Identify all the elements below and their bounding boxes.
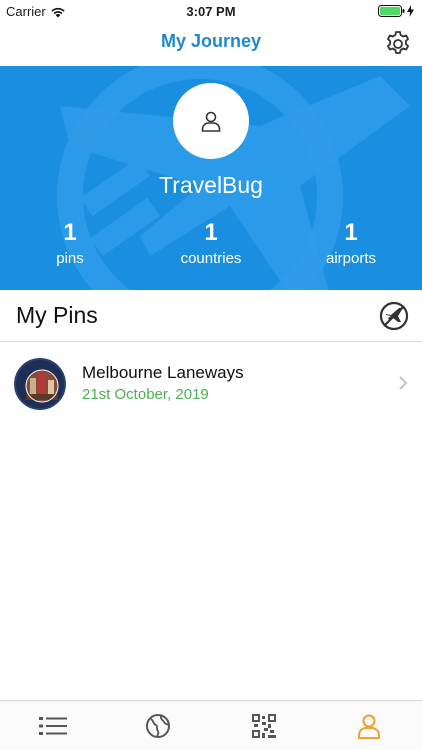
melbourne-badge-icon [18,362,64,408]
charging-bolt-icon [407,5,414,17]
profile-icon [358,714,381,739]
stat-countries: 1 countries [141,218,281,267]
battery-icon [378,5,414,17]
globe-icon [146,713,171,738]
gear-icon[interactable] [384,30,412,58]
qr-code-icon [251,713,276,738]
page-title: My Journey [160,31,262,51]
stat-label: airports [325,250,377,267]
stat-value: 1 [344,219,358,246]
no-flight-icon[interactable] [378,300,410,332]
stat-value: 1 [63,219,77,246]
tab-globe[interactable] [106,701,212,750]
profile-header: TravelBug 1 pins 1 countries 1 airports [0,66,422,290]
tab-bar [0,700,422,750]
status-time: 3:07 PM [186,4,236,19]
stat-label: pins [56,250,84,267]
status-bar: Carrier 3:07 PM [0,0,422,22]
avatar[interactable] [173,83,249,159]
stat-label: countries [180,250,242,267]
chevron-right-icon [399,376,408,390]
nav-bar: My Journey [0,22,422,66]
list-icon [38,716,67,735]
my-pins-header: My Pins [0,290,422,342]
tab-profile[interactable] [317,701,422,750]
username: TravelBug [159,172,263,198]
stat-airports: 1 airports [281,218,421,267]
pin-date: 21st October, 2019 [82,386,209,403]
user-icon [201,111,221,132]
section-title: My Pins [16,302,98,328]
pin-title: Melbourne Laneways [82,363,244,382]
tab-list[interactable] [0,701,106,750]
stat-pins: 1 pins [0,218,140,267]
list-item[interactable]: Melbourne Laneways 21st October, 2019 [0,342,422,424]
pin-thumbnail [14,358,66,410]
tab-qr[interactable] [211,701,317,750]
stat-value: 1 [204,219,218,246]
